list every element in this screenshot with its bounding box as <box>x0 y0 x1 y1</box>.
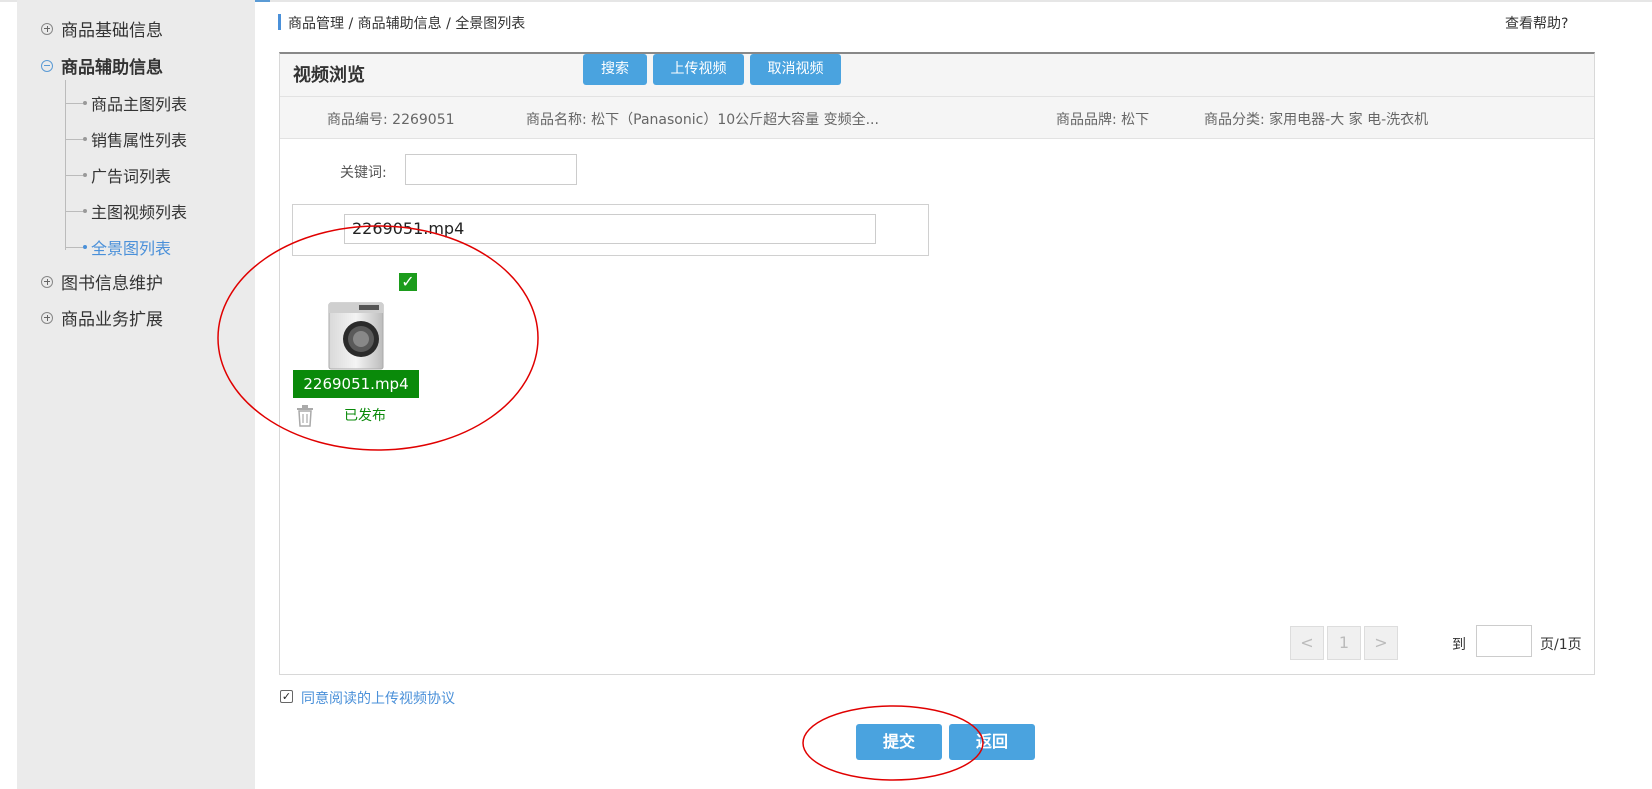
pager-goto-input[interactable] <box>1476 625 1532 657</box>
sidebar-item-label: 广告词列表 <box>91 167 172 186</box>
expand-icon <box>41 275 53 288</box>
expand-icon <box>41 311 53 324</box>
sidebar-group-book-info[interactable]: 图书信息维护 <box>41 269 163 294</box>
expand-icon <box>41 22 53 35</box>
product-brand: 商品品牌: 松下 <box>1056 112 1150 128</box>
product-category: 商品分类: 家用电器-大 家 电-洗衣机 <box>1204 112 1429 128</box>
back-button[interactable]: 返回 <box>949 724 1035 760</box>
upload-video-button[interactable]: 上传视频 <box>653 54 744 85</box>
pager-next-button[interactable]: > <box>1364 626 1398 660</box>
sidebar-group-aux-info[interactable]: 商品辅助信息 <box>41 53 163 78</box>
file-name-box: 2269051.mp4 <box>292 204 929 256</box>
sidebar-group-label: 商品辅助信息 <box>61 58 163 78</box>
selected-check-icon[interactable]: ✓ <box>399 273 417 291</box>
sidebar-item-panorama[interactable]: 全景图列表 <box>65 235 171 259</box>
pager-total: 页/1页 <box>1540 637 1582 653</box>
sidebar-item-label: 销售属性列表 <box>91 131 188 150</box>
agreement-link[interactable]: 同意阅读的上传视频协议 <box>301 688 455 708</box>
sidebar-group-business-ext[interactable]: 商品业务扩展 <box>41 305 163 330</box>
keyword-input[interactable] <box>405 154 577 185</box>
sidebar-item-main-videos[interactable]: 主图视频列表 <box>65 199 187 223</box>
breadcrumb-marker <box>278 14 281 30</box>
video-browse-panel: 视频浏览 商品编号: 2269051 商品名称: 松下（Panasonic）10… <box>279 52 1595 675</box>
sidebar-item-label: 商品主图列表 <box>91 95 188 114</box>
sidebar-item-label: 主图视频列表 <box>91 203 188 222</box>
sidebar: 商品基础信息 商品辅助信息 商品主图列表 销售属性列表 广告词列表 主图视频列表… <box>17 0 255 789</box>
sidebar-group-label: 商品业务扩展 <box>61 310 163 330</box>
sidebar-item-sales-attributes[interactable]: 销售属性列表 <box>65 127 187 151</box>
video-file-badge[interactable]: 2269051.mp4 <box>293 370 419 398</box>
help-link[interactable]: 查看帮助? <box>1505 13 1568 33</box>
panel-title: 视频浏览 <box>280 54 1594 97</box>
keyword-label: 关键词: <box>340 165 387 181</box>
search-button[interactable]: 搜索 <box>583 54 647 85</box>
submit-button[interactable]: 提交 <box>856 724 942 760</box>
sidebar-item-main-images[interactable]: 商品主图列表 <box>65 91 187 115</box>
publish-status: 已发布 <box>344 408 386 424</box>
sidebar-item-label: 全景图列表 <box>91 239 172 258</box>
file-name-input[interactable]: 2269051.mp4 <box>344 214 876 244</box>
agreement-checkbox[interactable]: ✓ <box>280 690 293 703</box>
product-name: 商品名称: 松下（Panasonic）10公斤超大容量 变频全... <box>526 112 879 128</box>
pager-goto-label: 到 <box>1452 637 1466 653</box>
sidebar-group-basic-info[interactable]: 商品基础信息 <box>41 16 163 41</box>
collapse-icon <box>41 59 53 72</box>
sidebar-group-label: 商品基础信息 <box>61 21 163 41</box>
breadcrumb: 商品管理 / 商品辅助信息 / 全景图列表 <box>288 16 526 32</box>
sidebar-group-label: 图书信息维护 <box>61 274 163 294</box>
pager-page-button[interactable]: 1 <box>1327 626 1361 660</box>
product-code: 商品编号: 2269051 <box>327 112 455 128</box>
product-info-row: 商品编号: 2269051 商品名称: 松下（Panasonic）10公斤超大容… <box>280 97 1594 139</box>
cancel-video-button[interactable]: 取消视频 <box>750 54 841 85</box>
pager-prev-button[interactable]: < <box>1290 626 1324 660</box>
trash-icon[interactable] <box>295 405 315 427</box>
sidebar-item-ad-words[interactable]: 广告词列表 <box>65 163 171 187</box>
washing-machine-thumbnail[interactable] <box>325 301 387 371</box>
